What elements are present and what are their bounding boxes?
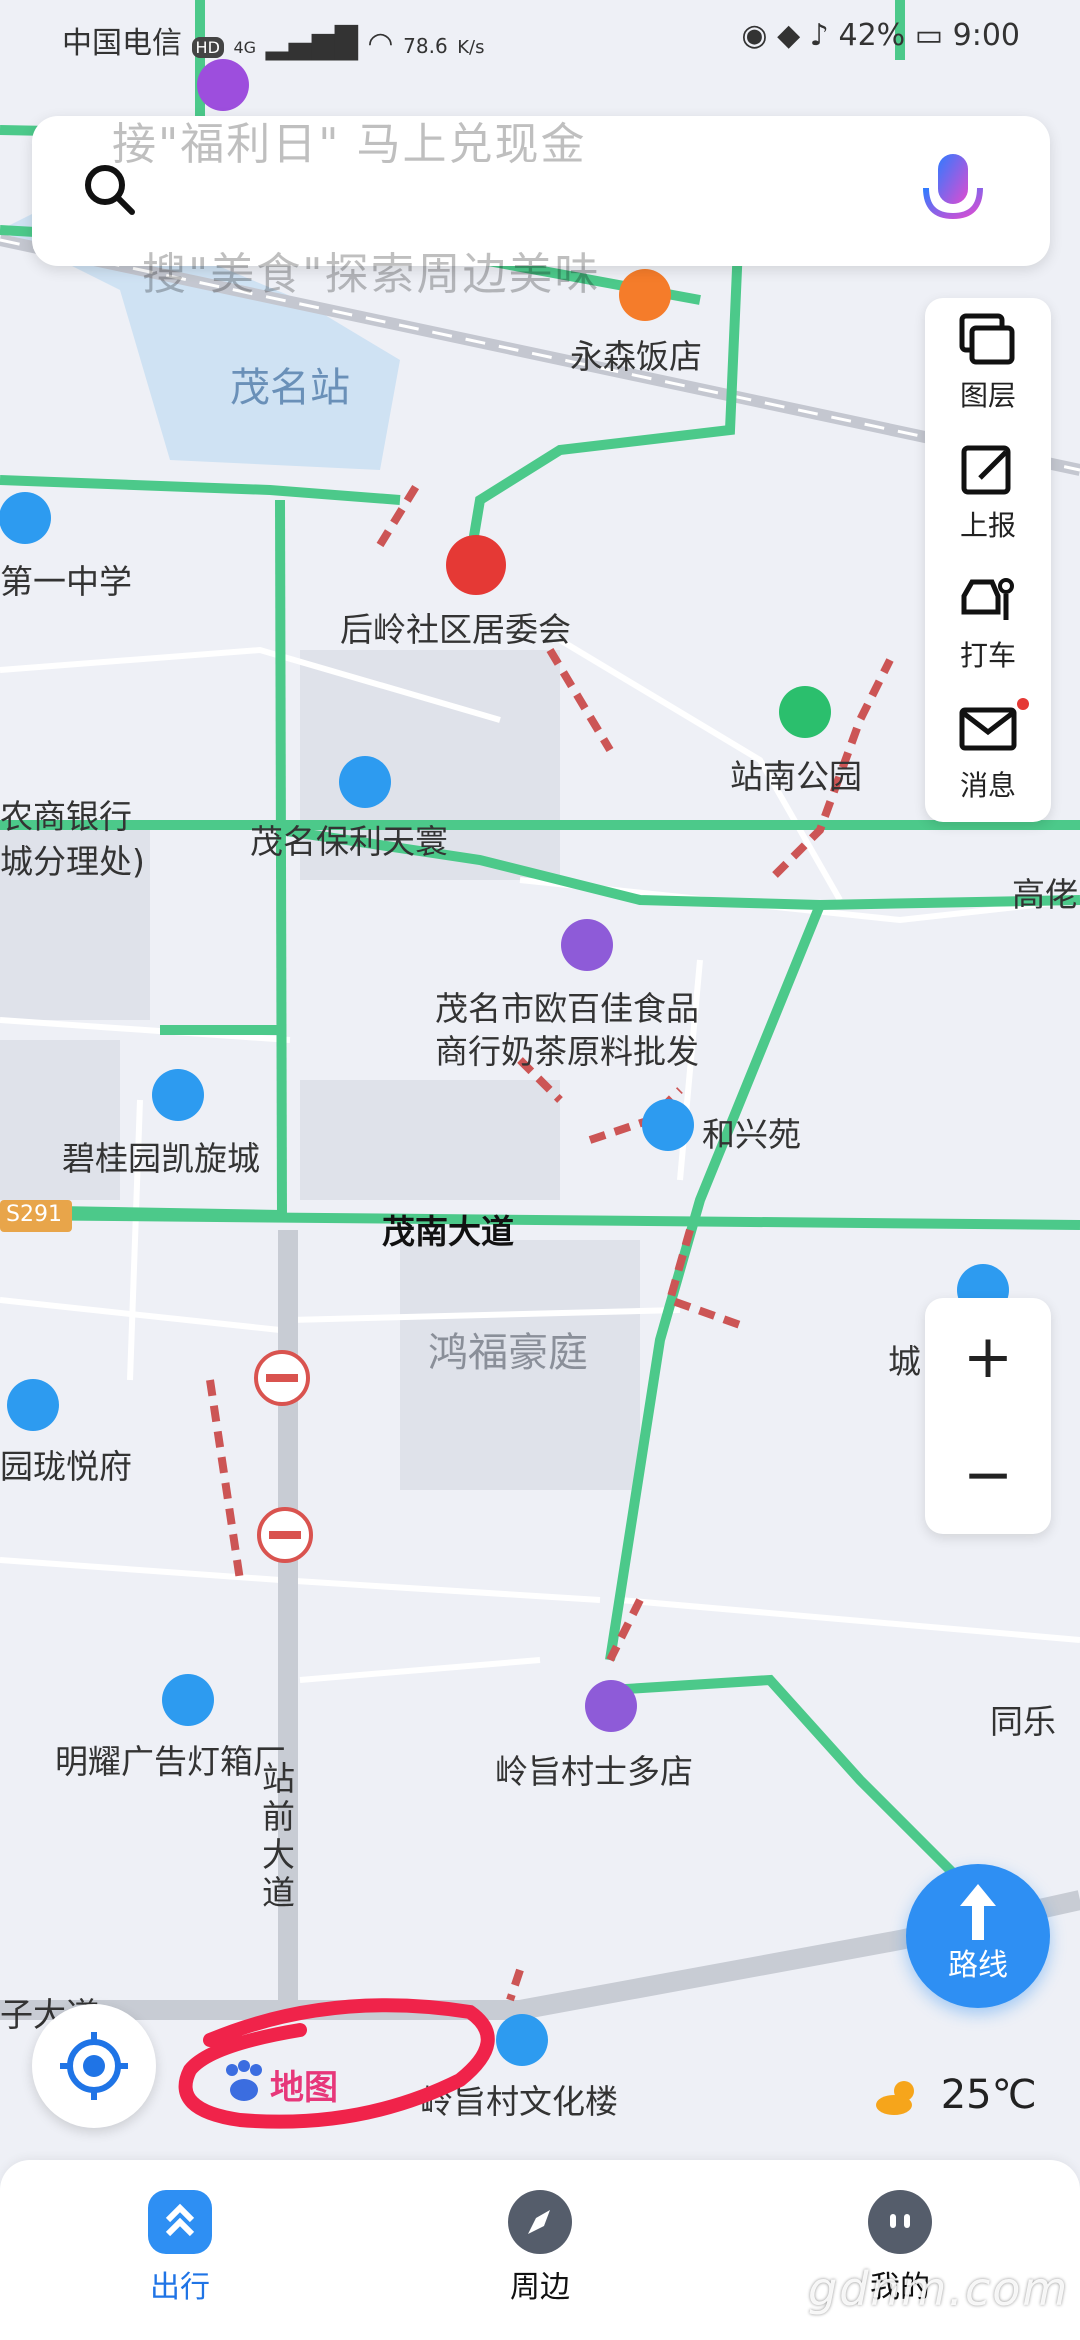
poi-label[interactable]: 同乐 [990, 1695, 1056, 1743]
speed-unit: K/s [457, 37, 485, 58]
report-icon [961, 445, 1011, 495]
poi-label[interactable]: 农商银行 [0, 790, 132, 838]
battery-icon: ▭ [914, 18, 944, 53]
paw-logo-icon [226, 2060, 262, 2101]
poi-label[interactable]: 岭旨村文化楼 [420, 2075, 618, 2123]
poi-label[interactable]: 永森饭店 [570, 330, 702, 378]
search-placeholder-top: 接"福利日" 马上兑现金 [112, 119, 587, 170]
poi-label[interactable]: 第一中学 [0, 555, 132, 603]
road-label: 茂南大道 [382, 1212, 514, 1251]
mail-icon [959, 707, 1017, 751]
carrier: 中国电信 [62, 26, 182, 61]
poi-label[interactable]: 园珑悦府 [0, 1440, 132, 1488]
weather-widget[interactable]: 25℃ [874, 2072, 1037, 2118]
area-label: 鸿福豪庭 [428, 1330, 588, 1376]
search-box[interactable]: 接"福利日" 马上兑现金 搜"美食"探索周边美味 [32, 116, 1050, 300]
status-right: ◉ ◆ ♪ 42% ▭ 9:00 [741, 18, 1020, 53]
poi-label[interactable]: 后岭社区居委会 [340, 603, 571, 651]
tool-label: 上报 [959, 509, 1016, 542]
poi-label[interactable]: 和兴苑 [702, 1108, 801, 1156]
highway-shield-label: S291 [6, 1202, 62, 1227]
network-type: 4G [233, 38, 257, 57]
poi-label[interactable]: 明耀广告灯箱厂 [55, 1735, 286, 1783]
route-label: 路线 [948, 1948, 1008, 1983]
taxi-icon [961, 578, 1014, 620]
location-icon: ◆ [777, 18, 801, 53]
unread-dot [1017, 698, 1029, 710]
poi-label[interactable]: 商行奶茶原料批发 [435, 1025, 699, 1073]
zoom-out-button[interactable]: − [925, 1416, 1051, 1534]
hd-badge: HD [191, 37, 224, 58]
layers-icon [959, 313, 1015, 365]
road-label-vertical: 站前大道 [262, 1759, 295, 1912]
messages-button[interactable]: 消息 [925, 688, 1051, 818]
speed-value: 78.6 [403, 34, 448, 58]
tab-label: 周边 [510, 2270, 570, 2305]
microphone-icon[interactable] [908, 146, 998, 236]
battery-percent: 42% [838, 18, 906, 53]
wifi-icon: ◠ [367, 26, 394, 61]
search-placeholder-bottom: 搜"美食"探索周边美味 [142, 249, 601, 300]
map-labels: 永森饭店 茂名站 第一中学 后岭社区居委会 站南公园 农商银行 城分理处) 茂名… [0, 0, 1080, 2340]
poi-label[interactable]: 城 [888, 1335, 921, 1383]
tool-label: 图层 [959, 379, 1016, 412]
poi-label[interactable]: 城分理处) [0, 835, 145, 883]
area-label: 茂名站 [230, 365, 350, 411]
poi-label[interactable]: 岭旨村士多店 [495, 1745, 693, 1793]
tool-label: 消息 [959, 769, 1016, 802]
poi-label[interactable]: 茂名保利天寰 [250, 815, 448, 863]
poi-label[interactable]: 高佬 [1012, 868, 1078, 916]
temperature: 25℃ [940, 2072, 1037, 2118]
partly-cloudy-icon [876, 2081, 914, 2115]
tab-label: 出行 [150, 2270, 210, 2305]
crosshair-icon [60, 2032, 128, 2100]
poi-label[interactable]: 碧桂园凯旋城 [62, 1132, 260, 1180]
zoom-control: + − [925, 1298, 1051, 1534]
travel-icon [148, 2190, 212, 2254]
eye-icon: ◉ [741, 18, 768, 53]
layers-button[interactable]: 图层 [925, 298, 1051, 428]
poi-label[interactable]: 茂名市欧百佳食品 [435, 982, 699, 1030]
route-arrow-icon [960, 1884, 996, 1940]
clock: 9:00 [952, 18, 1020, 53]
search-icon[interactable] [80, 160, 140, 220]
status-bar: 中国电信 HD 4G ▂▄▆█ ◠ 78.6 K/s ◉ ◆ ♪ 42% ▭ 9… [0, 0, 1080, 80]
poi-label[interactable]: 站南公园 [730, 750, 862, 798]
compass-icon [508, 2190, 572, 2254]
mic-status-icon: ♪ [809, 18, 829, 53]
zoom-in-button[interactable]: + [925, 1298, 1051, 1416]
route-button[interactable]: 路线 [906, 1864, 1050, 2008]
report-button[interactable]: 上报 [925, 428, 1051, 558]
locate-me-button[interactable] [32, 2004, 156, 2128]
map-tools-panel: 图层 上报 打车 消息 [925, 298, 1051, 822]
signal-icon: ▂▄▆█ [265, 26, 358, 61]
taxi-button[interactable]: 打车 [925, 558, 1051, 688]
tool-label: 打车 [959, 639, 1016, 672]
status-left: 中国电信 HD 4G ▂▄▆█ ◠ 78.6 K/s [62, 18, 484, 62]
watermark: gdnm.com [808, 2262, 1070, 2316]
map-logo: 地图 [218, 2050, 358, 2110]
tab-travel[interactable]: 出行 [90, 2190, 270, 2306]
tab-nearby[interactable]: 周边 [450, 2190, 630, 2306]
logo-text: 地图 [270, 2068, 338, 2108]
profile-icon [868, 2190, 932, 2254]
